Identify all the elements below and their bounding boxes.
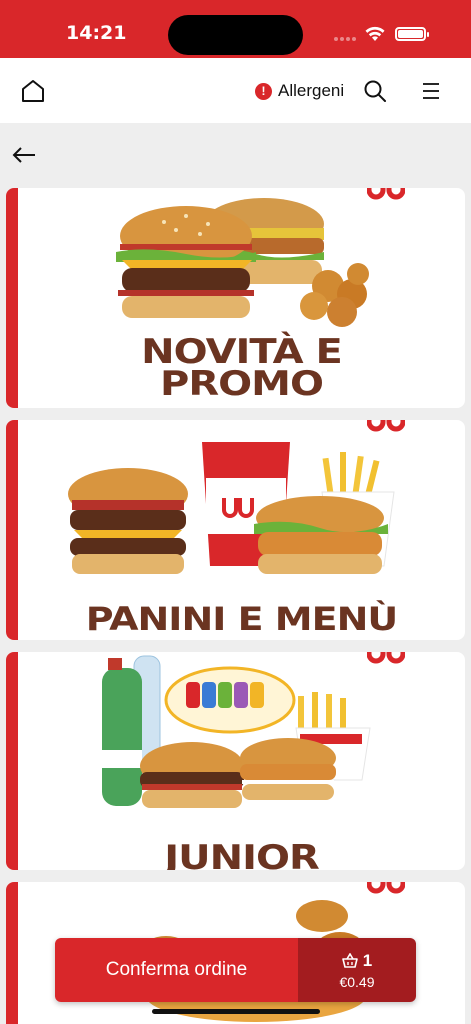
app-header: ! Allergeni xyxy=(0,58,471,123)
order-bar: Conferma ordine 1 €0.49 xyxy=(55,938,416,1002)
junior-menu-illustration xyxy=(102,655,371,808)
hamburger-menu-icon[interactable] xyxy=(420,79,442,103)
burger-illustration xyxy=(116,198,369,327)
dynamic-island xyxy=(168,15,303,55)
cart-total: €0.49 xyxy=(339,973,375,990)
status-bar: 14:21 xyxy=(0,0,471,58)
category-card-junior[interactable]: JUNIOR xyxy=(6,652,465,870)
allergens-label: Allergeni xyxy=(278,81,345,100)
home-icon[interactable] xyxy=(20,78,46,104)
category-card-panini-menu[interactable]: PANINI E MENÙ xyxy=(6,420,465,640)
category-title-line-1: NOVITÀ E xyxy=(141,332,343,372)
status-time: 14:21 xyxy=(66,22,127,44)
search-icon[interactable] xyxy=(362,78,388,104)
battery-icon xyxy=(395,27,429,41)
category-title-line-1: JUNIOR xyxy=(164,838,320,870)
menu-illustration xyxy=(68,442,395,574)
allergens-button[interactable]: ! Allergeni xyxy=(255,78,344,104)
wifi-icon xyxy=(365,26,385,41)
brand-logo-icon xyxy=(367,882,405,894)
category-title-line-2: PROMO xyxy=(160,364,324,404)
brand-logo-icon xyxy=(367,420,405,432)
cart-count: 1 xyxy=(362,950,373,970)
confirm-order-button[interactable]: Conferma ordine xyxy=(55,938,298,1002)
cart-button[interactable]: 1 €0.49 xyxy=(298,938,416,1002)
basket-icon xyxy=(341,952,358,968)
signal-icon xyxy=(334,37,356,41)
home-indicator xyxy=(152,1009,320,1014)
category-title-line-1: PANINI E MENÙ xyxy=(85,600,399,638)
arrow-left-icon[interactable] xyxy=(10,143,38,167)
category-card-novita-promo[interactable]: NOVITÀ E PROMO xyxy=(6,188,465,408)
alert-icon: ! xyxy=(255,82,272,100)
